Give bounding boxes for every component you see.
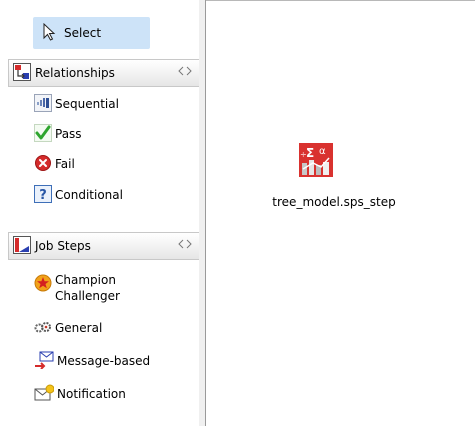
palette-item-sequential[interactable]: Sequential	[34, 92, 119, 116]
fail-icon	[34, 154, 52, 175]
check-icon	[34, 123, 52, 145]
arrow-cursor-icon	[42, 22, 58, 44]
palette-item-notification[interactable]: Notification	[34, 382, 126, 406]
palette-item-champion-challenger[interactable]: Champion Challenger	[34, 272, 120, 308]
message-icon	[34, 351, 54, 372]
palette-item-pass[interactable]: Pass	[34, 122, 82, 146]
job-steps-icon	[13, 235, 31, 257]
champion-label-line1: Champion	[55, 273, 116, 287]
pin-icon[interactable]	[178, 238, 192, 253]
relationships-drawer-header[interactable]: Relationships	[8, 59, 200, 87]
job-steps-drawer-header[interactable]: Job Steps	[8, 232, 200, 260]
select-tool[interactable]: Select	[33, 17, 150, 49]
general-label: General	[55, 321, 103, 335]
palette-item-fail[interactable]: Fail	[34, 152, 75, 176]
relationships-icon	[13, 62, 31, 84]
palette-item-conditional[interactable]: ? Conditional	[34, 183, 123, 207]
message-based-label: Message-based	[57, 354, 151, 368]
sps-step-icon: Σ α ÷	[299, 143, 333, 180]
sequential-icon	[34, 93, 52, 115]
palette-splitter[interactable]	[199, 0, 206, 426]
palette-item-general[interactable]: General	[34, 316, 102, 340]
svg-text:Σ: Σ	[306, 146, 314, 160]
canvas-node-label: tree_model.sps_step	[272, 195, 396, 209]
pin-icon[interactable]	[178, 65, 192, 80]
sequential-label: Sequential	[55, 97, 119, 111]
pass-label: Pass	[55, 127, 82, 141]
svg-text:÷: ÷	[300, 150, 307, 159]
champion-label-line2: Challenger	[55, 289, 120, 303]
palette-panel: Select Relationships Sequential Pass Fai…	[0, 0, 200, 426]
select-label: Select	[64, 26, 102, 40]
canvas-node-tree-model[interactable]: Σ α ÷ tree_model.sps_step	[249, 143, 419, 218]
conditional-label: Conditional	[55, 188, 123, 202]
palette-item-message-based[interactable]: Message-based	[34, 349, 150, 373]
fail-label: Fail	[55, 157, 75, 171]
relationships-label: Relationships	[35, 66, 115, 80]
gears-icon	[34, 318, 52, 339]
question-icon: ?	[34, 184, 52, 206]
star-icon	[34, 274, 52, 295]
svg-text:?: ?	[39, 188, 47, 203]
notification-label: Notification	[57, 387, 126, 401]
notification-icon	[34, 384, 55, 405]
job-steps-label: Job Steps	[35, 239, 91, 253]
svg-text:α: α	[319, 146, 326, 157]
